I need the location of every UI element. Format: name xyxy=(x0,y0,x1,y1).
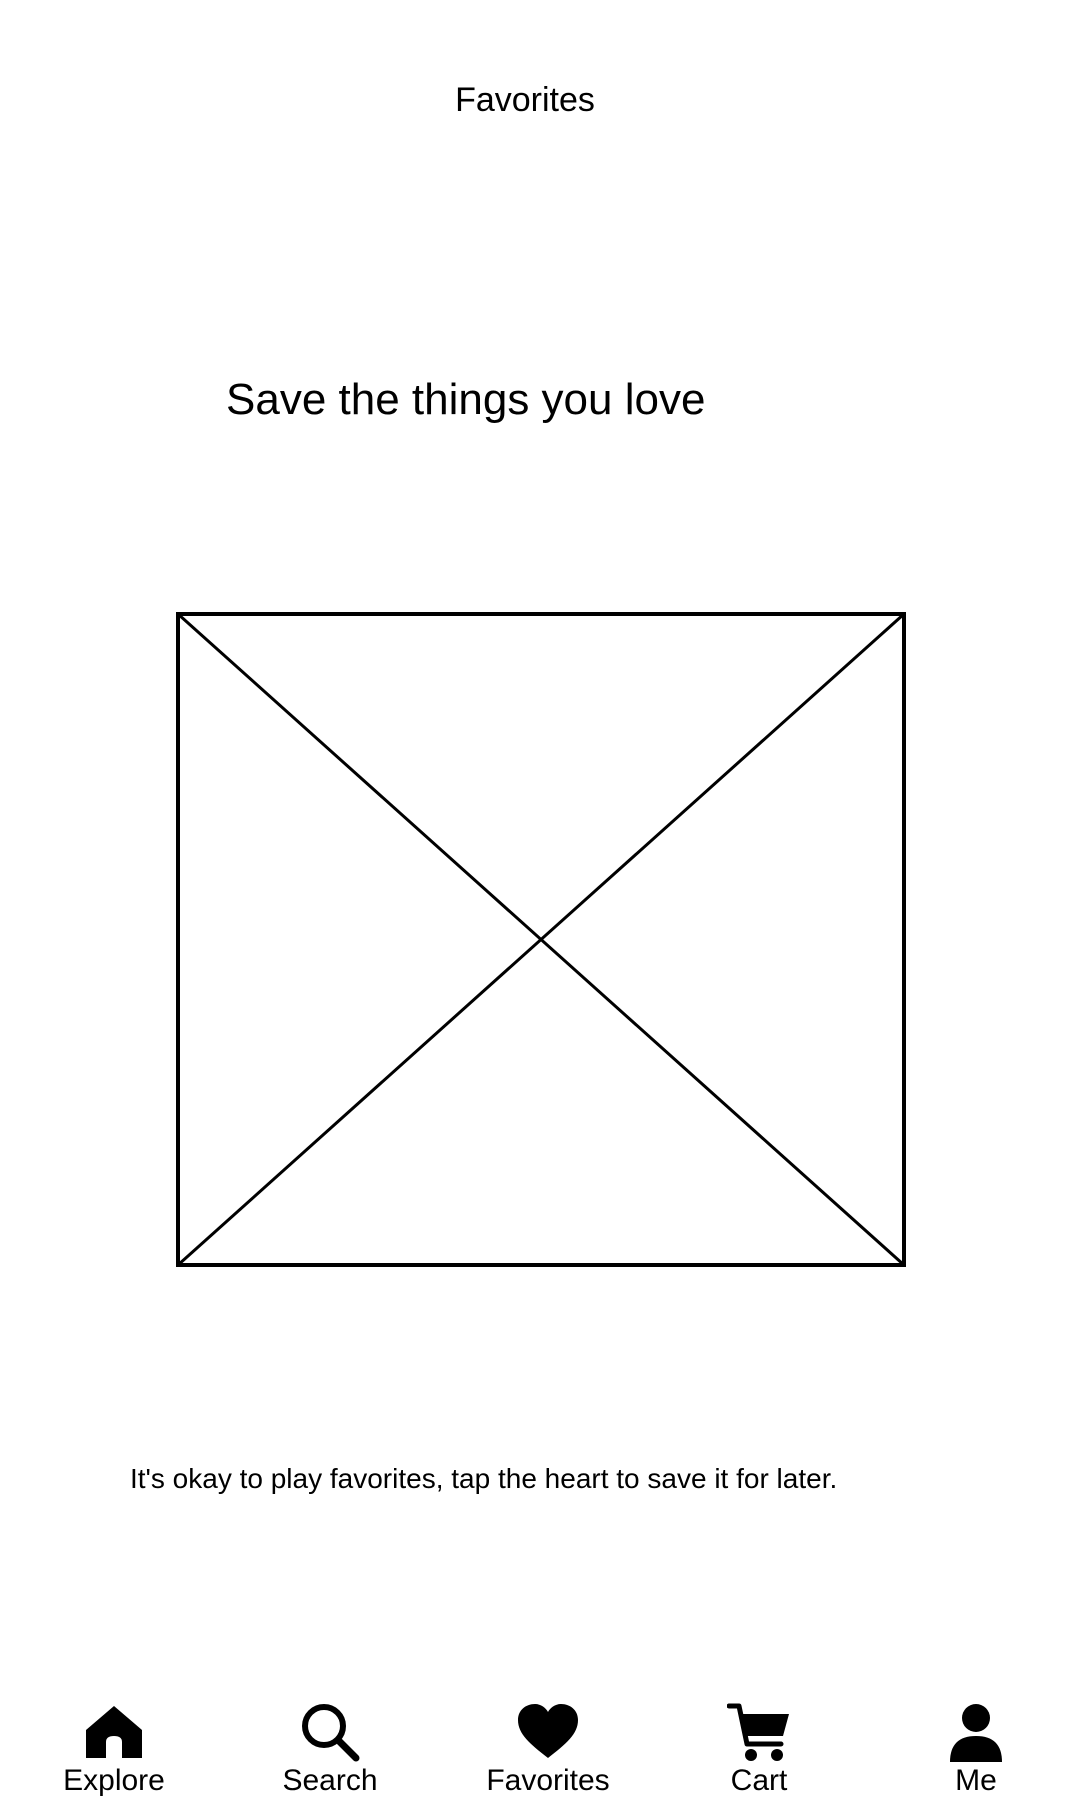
cart-icon xyxy=(727,1700,791,1764)
heart-icon xyxy=(516,1700,580,1764)
page-title: Favorites xyxy=(455,81,595,119)
tab-explore-label: Explore xyxy=(63,1764,165,1797)
person-icon xyxy=(944,1700,1008,1764)
tab-explore[interactable]: Explore xyxy=(24,1690,204,1800)
tab-me-label: Me xyxy=(955,1764,997,1797)
tab-favorites[interactable]: Favorites xyxy=(458,1690,638,1800)
tab-cart[interactable]: Cart xyxy=(669,1690,849,1800)
empty-state-headline: Save the things you love xyxy=(226,375,706,424)
home-icon xyxy=(82,1700,146,1764)
search-icon xyxy=(298,1700,362,1764)
tab-search-label: Search xyxy=(282,1764,378,1797)
image-placeholder xyxy=(176,612,906,1267)
bottom-tab-bar: Explore Search Favorites Cart Me xyxy=(0,1690,1080,1800)
tab-search[interactable]: Search xyxy=(240,1690,420,1800)
tab-favorites-label: Favorites xyxy=(486,1764,610,1797)
empty-state-hint: It's okay to play favorites, tap the hea… xyxy=(130,1463,838,1494)
tab-cart-label: Cart xyxy=(730,1764,788,1797)
image-placeholder-graphic xyxy=(176,612,906,1267)
tab-me[interactable]: Me xyxy=(886,1690,1066,1800)
